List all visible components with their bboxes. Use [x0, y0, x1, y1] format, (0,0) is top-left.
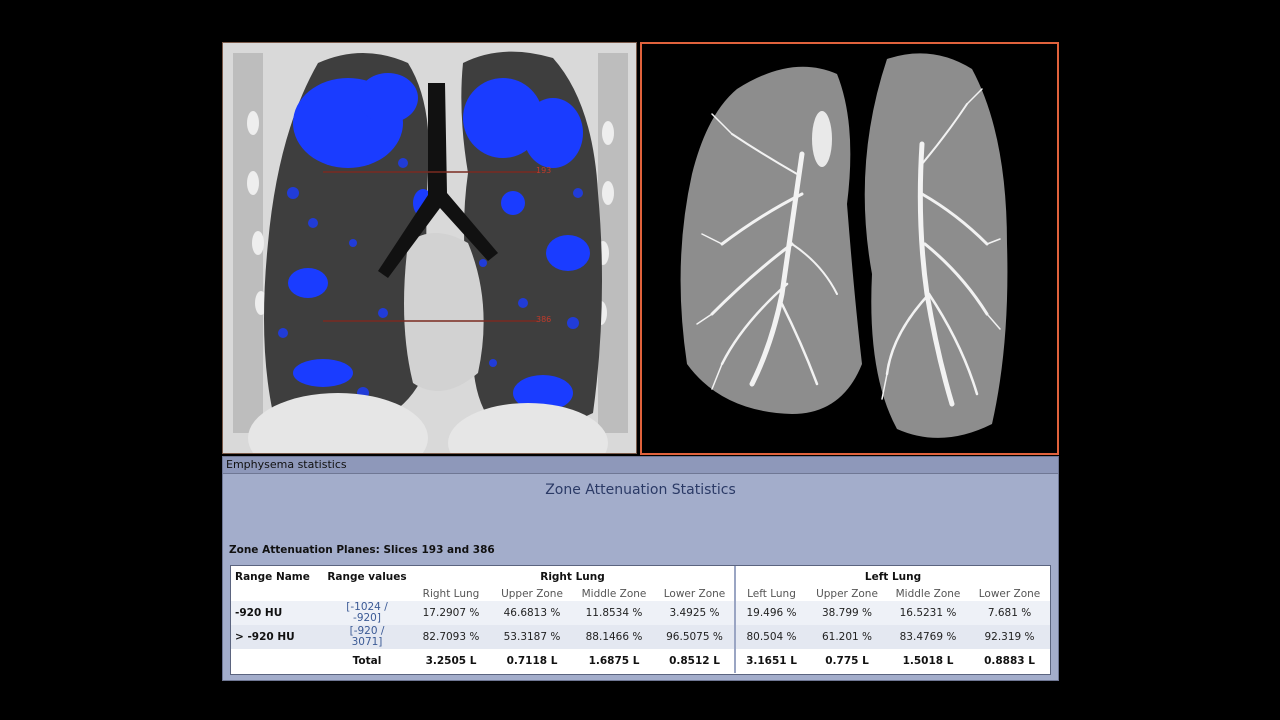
subheader-right-lung: Right Lung: [422, 588, 480, 600]
header-range-values: Range values: [327, 570, 407, 583]
cell-left-lower: 92.319 %: [984, 631, 1035, 643]
cell-left-upper: 61.201 %: [821, 631, 873, 643]
panel-header: Emphysema statistics: [223, 457, 1058, 474]
subheader-right-upper: Upper Zone: [501, 588, 563, 600]
total-right-middle: 1.6875 L: [588, 655, 640, 667]
subheader-left-lung: Left Lung: [734, 587, 807, 601]
cell-right-middle: 88.1466 %: [585, 631, 643, 643]
zone-statistics-table: Range Name Range values Right Lung Left …: [230, 565, 1051, 675]
total-label: Total: [352, 655, 382, 667]
cell-left-lower: 7.681 %: [987, 607, 1032, 619]
plane-lower-label: 386: [536, 315, 551, 324]
cell-left-middle: 16.5231 %: [899, 607, 957, 619]
cell-left-middle: 83.4769 %: [899, 631, 957, 643]
cell-right-lung: 17.2907 %: [422, 607, 480, 619]
range-values: [-920 /3071]: [349, 625, 385, 648]
coronal-ct-image: 193 386: [223, 43, 636, 453]
range-name: > -920 HU: [235, 631, 295, 643]
subheader-left-lower: Lower Zone: [978, 588, 1041, 600]
cell-left-lung: 80.504 %: [734, 625, 807, 649]
cell-right-lung: 82.7093 %: [422, 631, 480, 643]
range-values: [-1024 /-920]: [346, 601, 388, 624]
cell-right-middle: 11.8534 %: [585, 607, 643, 619]
table-row[interactable]: > -920 HU [-920 /3071] 82.7093 % 53.3187…: [231, 625, 1050, 649]
subheader-right-lower: Lower Zone: [663, 588, 726, 600]
lung-3d-rendering-image: [642, 44, 1057, 453]
total-left-middle: 1.5018 L: [902, 655, 954, 667]
total-left-lower: 0.8883 L: [984, 655, 1035, 667]
total-right-upper: 0.7118 L: [506, 655, 558, 667]
cell-right-lower: 3.4925 %: [669, 607, 720, 619]
lung-3d-rendering-viewport[interactable]: [640, 42, 1059, 455]
total-right-lower: 0.8512 L: [669, 655, 720, 667]
subheader-left-upper: Upper Zone: [816, 588, 878, 600]
cell-left-upper: 38.799 %: [821, 607, 873, 619]
zone-planes-label: Zone Attenuation Planes: Slices 193 and …: [229, 544, 495, 556]
total-row: Total 3.2505 L 0.7118 L 1.6875 L 0.8512 …: [231, 649, 1050, 673]
cell-right-upper: 46.6813 %: [503, 607, 561, 619]
cell-right-lower: 96.5075 %: [666, 631, 723, 643]
header-range-name: Range Name: [235, 570, 310, 583]
cell-right-upper: 53.3187 %: [503, 631, 561, 643]
total-right-lung: 3.2505 L: [425, 655, 477, 667]
header-right-lung: Right Lung: [540, 570, 605, 583]
header-left-lung: Left Lung: [734, 566, 1050, 587]
total-left-lung: 3.1651 L: [734, 649, 807, 673]
table-row[interactable]: -920 HU [-1024 /-920] 17.2907 % 46.6813 …: [231, 601, 1050, 625]
coronal-ct-viewport[interactable]: 193 386: [222, 42, 637, 454]
total-left-upper: 0.775 L: [825, 655, 869, 667]
range-name: -920 HU: [235, 607, 283, 619]
subheader-right-middle: Middle Zone: [581, 588, 647, 600]
cell-left-lung: 19.496 %: [734, 601, 807, 625]
plane-upper-label: 193: [536, 166, 551, 175]
emphysema-statistics-panel: Emphysema statistics Zone Attenuation St…: [222, 456, 1059, 681]
stats-title: Zone Attenuation Statistics: [545, 482, 736, 498]
subheader-left-middle: Middle Zone: [895, 588, 961, 600]
